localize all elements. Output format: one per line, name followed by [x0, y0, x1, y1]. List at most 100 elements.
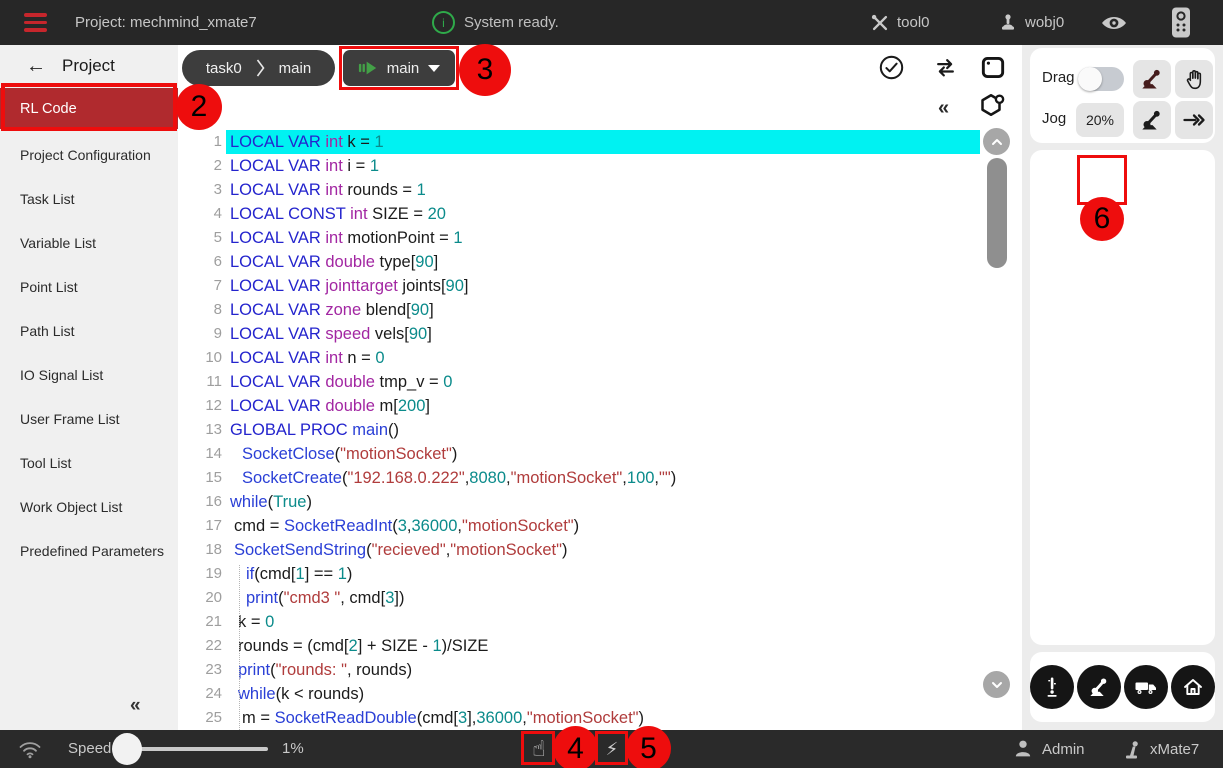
motion-mode-card: Drag	[1030, 48, 1215, 143]
scrollbar-thumb[interactable]	[987, 158, 1007, 268]
code-line-15[interactable]: 15SocketCreate("192.168.0.222",8080,"mot…	[196, 466, 980, 490]
sidebar-item-rl-code[interactable]: RL Code	[0, 88, 178, 129]
tool-frame-button[interactable]	[1030, 665, 1074, 709]
code-area[interactable]: 1LOCAL VAR int k = 12LOCAL VAR int i = 1…	[196, 130, 980, 730]
sidebar-item-path-list[interactable]: Path List	[0, 309, 178, 353]
breadcrumb[interactable]: task0 main	[182, 50, 335, 86]
sidebar-item-label: Work Object List	[20, 499, 122, 515]
code-line-13[interactable]: 13GLOBAL PROC main()	[196, 418, 980, 442]
code-line-18[interactable]: 18SocketSendString("recieved","motionSoc…	[196, 538, 980, 562]
hand-icon	[1183, 68, 1206, 91]
top-bar: Project: mechmind_xmate7 i System ready.…	[0, 0, 1223, 45]
code-line-12[interactable]: 12LOCAL VAR double m[200]	[196, 394, 980, 418]
speed-slider-knob[interactable]	[112, 733, 142, 765]
wobj-label: wobj0	[1025, 14, 1064, 31]
code-text: m = SocketReadDouble(cmd[3],36000,"motio…	[226, 706, 980, 730]
code-line-17[interactable]: 17cmd = SocketReadInt(3,36000,"motionSoc…	[196, 514, 980, 538]
line-number: 18	[196, 538, 222, 562]
manual-mode-button[interactable]: ☝	[523, 730, 555, 768]
code-line-24[interactable]: 24while(k < rounds)	[196, 682, 980, 706]
procedure-dropdown[interactable]: main	[343, 50, 455, 86]
wobj-selector[interactable]: wobj0	[998, 0, 1064, 45]
blockly-view-button[interactable]	[976, 91, 1006, 126]
drag-toggle[interactable]	[1078, 67, 1124, 91]
code-text: if(cmd[1] == 1)	[226, 562, 980, 586]
code-text: while(True)	[226, 490, 980, 514]
code-line-3[interactable]: 3LOCAL VAR int rounds = 1	[196, 178, 980, 202]
sidebar-item-task-list[interactable]: Task List	[0, 177, 178, 221]
sidebar-items: Project Configuration Task List Variable…	[0, 133, 178, 573]
code-line-4[interactable]: 4LOCAL CONST int SIZE = 20	[196, 202, 980, 226]
menu-icon[interactable]	[24, 13, 47, 32]
sidebar-item-label: Project Configuration	[20, 147, 151, 163]
world-frame-button[interactable]	[1124, 665, 1168, 709]
code-line-10[interactable]: 10LOCAL VAR int n = 0	[196, 346, 980, 370]
sidebar-item-project-configuration[interactable]: Project Configuration	[0, 133, 178, 177]
code-line-16[interactable]: 16while(True)	[196, 490, 980, 514]
code-text: LOCAL CONST int SIZE = 20	[226, 202, 980, 226]
pendant-icon	[1170, 6, 1192, 39]
robot-arm-icon	[1140, 108, 1164, 132]
info-icon: i	[432, 11, 455, 34]
syntax-check-button[interactable]	[878, 54, 905, 86]
code-line-20[interactable]: 20print("cmd3 ", cmd[3])	[196, 586, 980, 610]
sidebar-item-point-list[interactable]: Point List	[0, 265, 178, 309]
code-line-5[interactable]: 5LOCAL VAR int motionPoint = 1	[196, 226, 980, 250]
tool-selector[interactable]: tool0	[870, 0, 930, 45]
code-line-8[interactable]: 8LOCAL VAR zone blend[90]	[196, 298, 980, 322]
procedure-dropdown-value: main	[387, 60, 420, 77]
code-line-22[interactable]: 22rounds = (cmd[2] + SIZE - 1)/SIZE	[196, 634, 980, 658]
user-menu[interactable]: Admin	[1012, 730, 1085, 768]
joint-frame-button[interactable]	[1077, 665, 1121, 709]
user-icon	[1012, 738, 1034, 760]
sidebar-item-user-frame-list[interactable]: User Frame List	[0, 397, 178, 441]
sidebar-item-predefined-parameters[interactable]: Predefined Parameters	[0, 529, 178, 573]
code-text: while(k < rounds)	[226, 682, 980, 706]
sidebar-item-work-object-list[interactable]: Work Object List	[0, 485, 178, 529]
scroll-down-button[interactable]	[983, 671, 1010, 698]
sidebar: ← Project RL Code Project Configuration …	[0, 45, 178, 730]
new-window-button[interactable]	[978, 53, 1008, 87]
code-line-1[interactable]: 1LOCAL VAR int k = 1	[196, 130, 980, 154]
code-text: LOCAL VAR jointtarget joints[90]	[226, 274, 980, 298]
pendant-mode-button[interactable]	[1170, 0, 1192, 45]
sidebar-collapse-button[interactable]: «	[130, 695, 141, 717]
sidebar-item-tool-list[interactable]: Tool List	[0, 441, 178, 485]
scroll-up-button[interactable]	[983, 128, 1010, 155]
code-line-21[interactable]: 21k = 0	[196, 610, 980, 634]
indent-guide	[239, 565, 240, 730]
panel-collapse-button[interactable]: «	[938, 97, 949, 120]
drag-free-hand-button[interactable]	[1175, 60, 1213, 98]
network-status-button[interactable]	[16, 730, 44, 768]
code-line-6[interactable]: 6LOCAL VAR double type[90]	[196, 250, 980, 274]
jog-continuous-button[interactable]	[1175, 101, 1213, 139]
loop-mode-button[interactable]	[931, 54, 960, 86]
motor-power-button[interactable]: ⚡	[597, 730, 627, 768]
drag-joint-mode-button[interactable]	[1133, 60, 1171, 98]
code-text: SocketCreate("192.168.0.222",8080,"motio…	[226, 466, 980, 490]
code-text: LOCAL VAR int i = 1	[226, 154, 980, 178]
code-text: LOCAL VAR double tmp_v = 0	[226, 370, 980, 394]
code-line-11[interactable]: 11LOCAL VAR double tmp_v = 0	[196, 370, 980, 394]
code-line-14[interactable]: 14SocketClose("motionSocket")	[196, 442, 980, 466]
sidebar-item-variable-list[interactable]: Variable List	[0, 221, 178, 265]
code-line-19[interactable]: 19if(cmd[1] == 1)	[196, 562, 980, 586]
code-line-23[interactable]: 23print("rounds: ", rounds)	[196, 658, 980, 682]
robot-model[interactable]: xMate7	[1122, 730, 1199, 768]
code-line-9[interactable]: 9LOCAL VAR speed vels[90]	[196, 322, 980, 346]
speed-slider-track[interactable]	[128, 747, 268, 751]
home-button[interactable]	[1171, 665, 1215, 709]
vision-toggle-button[interactable]	[1100, 0, 1128, 45]
jog-speed-button[interactable]: 20%	[1076, 103, 1124, 137]
back-arrow-icon[interactable]: ←	[26, 55, 46, 78]
breadcrumb-task[interactable]: task0	[206, 60, 242, 77]
code-line-2[interactable]: 2LOCAL VAR int i = 1	[196, 154, 980, 178]
sidebar-item-io-signal-list[interactable]: IO Signal List	[0, 353, 178, 397]
robot-arm-icon	[1140, 67, 1164, 91]
jog-joint-mode-button[interactable]	[1133, 101, 1171, 139]
line-number: 23	[196, 658, 222, 682]
tools-icon	[870, 13, 890, 33]
code-line-25[interactable]: 25m = SocketReadDouble(cmd[3],36000,"mot…	[196, 706, 980, 730]
code-line-7[interactable]: 7LOCAL VAR jointtarget joints[90]	[196, 274, 980, 298]
breadcrumb-proc[interactable]: main	[279, 60, 312, 77]
